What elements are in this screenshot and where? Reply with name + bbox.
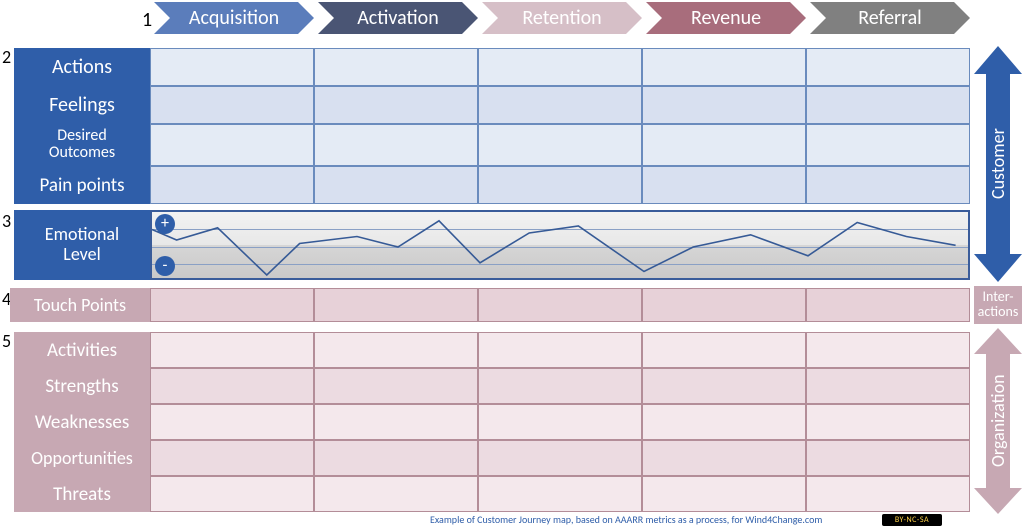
stage-activation: Activation — [318, 2, 478, 34]
stage-referral: Referral — [810, 2, 970, 34]
grid-cell — [150, 404, 314, 440]
stage-revenue: Revenue — [646, 2, 806, 34]
grid-cell — [806, 124, 970, 166]
stage-label: Activation — [318, 2, 478, 34]
row-label-activities: Activities — [14, 332, 150, 368]
grid-cell — [642, 368, 806, 404]
grid-cell — [150, 332, 314, 368]
grid-cell — [806, 166, 970, 204]
grid-cell — [478, 166, 642, 204]
grid-cell — [642, 86, 806, 124]
grid-cell — [642, 166, 806, 204]
section-number-emotional: 3 — [2, 210, 11, 232]
row-label-opportunities: Opportunities — [14, 440, 150, 476]
plus-icon: + — [155, 214, 175, 234]
emotional-band — [150, 210, 970, 280]
footer-caption: Example of Customer Journey map, based o… — [430, 513, 822, 526]
grid-cell — [806, 332, 970, 368]
grid-cell — [642, 288, 806, 322]
organization-arrow-label: Organization — [974, 328, 1022, 514]
row-label-touch-points: Touch Points — [10, 288, 150, 322]
grid-cell — [478, 440, 642, 476]
stage-label: Revenue — [646, 2, 806, 34]
interactions-box: Inter- actions — [974, 286, 1022, 324]
grid-cell — [314, 440, 478, 476]
grid-cell — [478, 368, 642, 404]
row-label-feelings: Feelings — [14, 86, 150, 124]
grid-cell — [150, 476, 314, 512]
row-label-actions: Actions — [14, 48, 150, 86]
grid-cell — [642, 476, 806, 512]
grid-cell — [150, 440, 314, 476]
grid-cell — [806, 440, 970, 476]
row-label-strengths: Strengths — [14, 368, 150, 404]
grid-cell — [150, 368, 314, 404]
emotional-line-chart — [152, 212, 972, 282]
row-label-pain-points: Pain points — [14, 166, 150, 204]
grid-cell — [478, 86, 642, 124]
section-number-org: 5 — [2, 330, 11, 352]
organization-arrow: Organization — [974, 328, 1022, 514]
row-label-emotional-level: Emotional Level — [14, 210, 150, 280]
stage-label: Retention — [482, 2, 642, 34]
grid-cell — [314, 86, 478, 124]
grid-cell — [314, 124, 478, 166]
cc-license-badge: BY-NC-SA — [882, 514, 942, 526]
row-label-desired-outcomes: Desired Outcomes — [14, 124, 150, 166]
grid-cell — [806, 48, 970, 86]
grid-cell — [478, 48, 642, 86]
grid-cell — [478, 288, 642, 322]
grid-cell — [806, 476, 970, 512]
grid-cell — [478, 124, 642, 166]
grid-cell — [642, 48, 806, 86]
grid-cell — [314, 288, 478, 322]
stage-row: Acquisition Activation Retention Revenue… — [154, 2, 974, 34]
grid-cell — [150, 124, 314, 166]
grid-cell — [478, 476, 642, 512]
grid-cell — [150, 288, 314, 322]
stage-label: Acquisition — [154, 2, 314, 34]
grid-cell — [314, 476, 478, 512]
minus-icon: - — [155, 256, 175, 276]
grid-cell — [314, 404, 478, 440]
row-label-threats: Threats — [14, 476, 150, 512]
section-number-customer: 2 — [2, 46, 11, 68]
grid-cell — [150, 166, 314, 204]
grid-cell — [150, 48, 314, 86]
stage-number: 1 — [142, 8, 152, 32]
grid-cell — [642, 440, 806, 476]
touch-grid — [150, 288, 970, 322]
grid-cell — [806, 368, 970, 404]
grid-cell — [314, 368, 478, 404]
grid-cell — [806, 404, 970, 440]
row-label-weaknesses: Weaknesses — [14, 404, 150, 440]
grid-cell — [314, 332, 478, 368]
customer-grid — [150, 48, 970, 204]
grid-cell — [806, 288, 970, 322]
grid-cell — [478, 332, 642, 368]
grid-cell — [806, 86, 970, 124]
grid-cell — [642, 332, 806, 368]
grid-cell — [150, 86, 314, 124]
grid-cell — [314, 166, 478, 204]
grid-cell — [478, 404, 642, 440]
stage-label: Referral — [810, 2, 970, 34]
grid-cell — [642, 124, 806, 166]
grid-cell — [642, 404, 806, 440]
org-grid — [150, 332, 970, 512]
stage-acquisition: Acquisition — [154, 2, 314, 34]
grid-cell — [314, 48, 478, 86]
customer-arrow: Customer — [974, 46, 1022, 282]
stage-retention: Retention — [482, 2, 642, 34]
customer-arrow-label: Customer — [974, 46, 1022, 282]
